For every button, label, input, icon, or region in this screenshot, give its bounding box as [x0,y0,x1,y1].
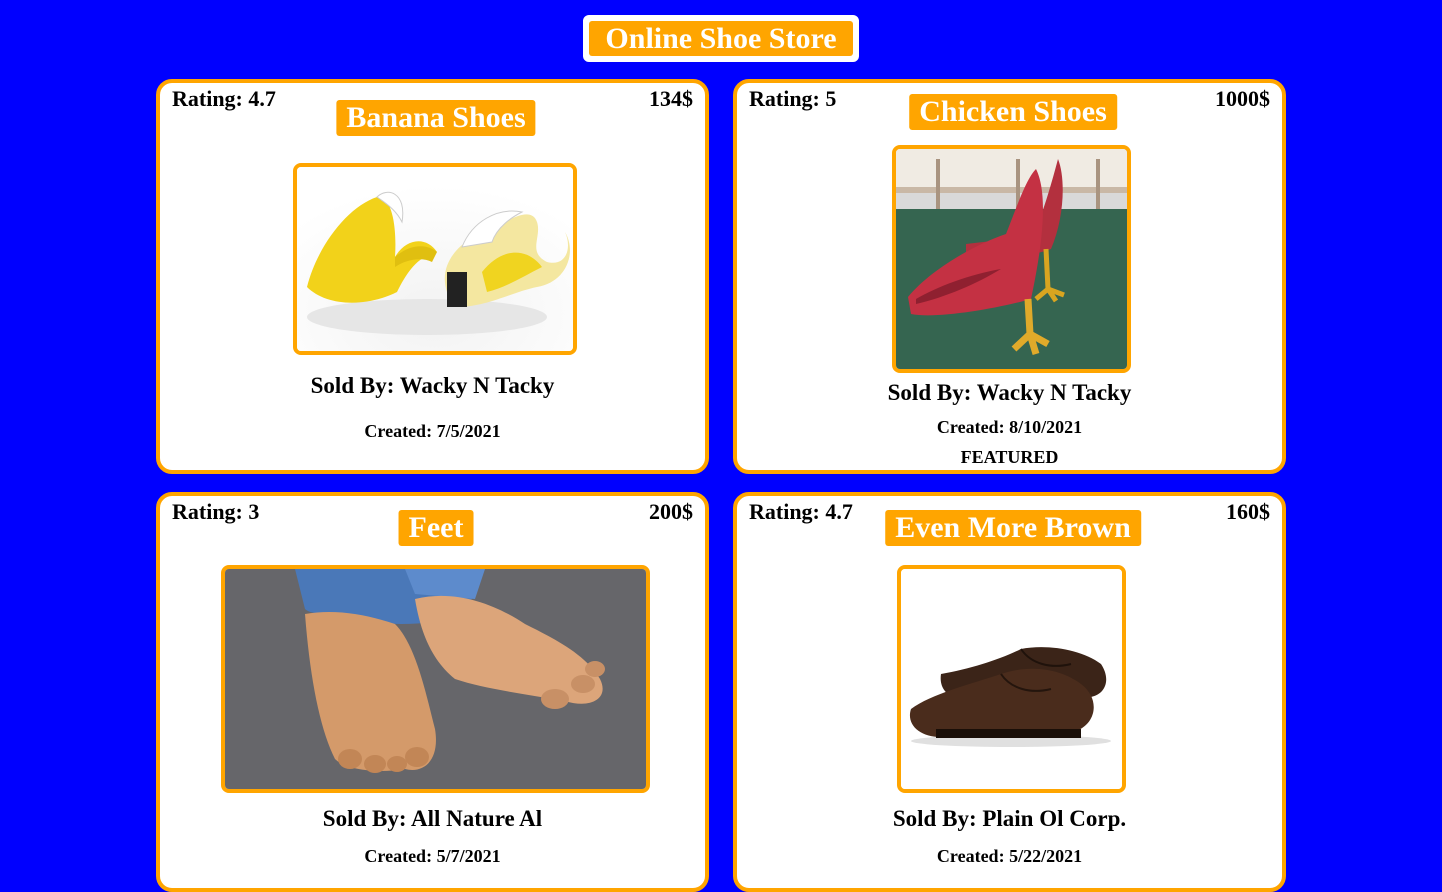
product-price: 1000$ [1215,86,1270,111]
featured-badge: FEATURED [960,447,1059,467]
product-seller: Sold By: All Nature Al [322,806,543,831]
product-card[interactable]: Rating: 4.7 160$ Even More Brown Sold By… [733,492,1286,892]
product-name[interactable]: Chicken Shoes [909,94,1117,130]
product-card[interactable]: Rating: 4.7 134$ Banana Shoes Sold By: W… [156,79,709,474]
product-price: 200$ [649,499,693,524]
banana-shoes-image [297,167,573,351]
product-rating: Rating: 3 [172,499,260,524]
product-price: 134$ [649,86,693,111]
store-header: Online Shoe Store [583,15,859,62]
product-rating: Rating: 4.7 [172,86,276,111]
product-card[interactable]: Rating: 3 200$ Feet Sold By: All Nature … [156,492,709,892]
product-created-date: Created: 7/5/2021 [364,421,501,441]
product-name[interactable]: Banana Shoes [336,100,536,136]
product-created-date: Created: 5/22/2021 [936,846,1083,866]
product-price: 160$ [1226,499,1270,524]
product-image[interactable] [892,145,1131,373]
product-seller: Sold By: Plain Ol Corp. [892,806,1127,831]
product-image[interactable] [221,565,650,793]
product-image[interactable] [897,565,1126,793]
chicken-shoes-image [896,149,1127,369]
product-seller: Sold By: Wacky N Tacky [887,380,1132,405]
feet-shoes-image [225,569,646,789]
product-created-date: Created: 8/10/2021 [936,417,1083,437]
brown-oxford-shoes-image [901,569,1122,789]
product-rating: Rating: 5 [749,86,837,111]
product-name[interactable]: Feet [398,510,474,546]
product-name[interactable]: Even More Brown [885,510,1141,546]
product-card[interactable]: Rating: 5 1000$ Chicken Shoes Sold By: W… [733,79,1286,474]
product-rating: Rating: 4.7 [749,499,853,524]
product-image[interactable] [293,163,577,355]
store-title: Online Shoe Store [589,21,853,56]
product-seller: Sold By: Wacky N Tacky [310,373,555,398]
product-created-date: Created: 5/7/2021 [364,846,501,866]
